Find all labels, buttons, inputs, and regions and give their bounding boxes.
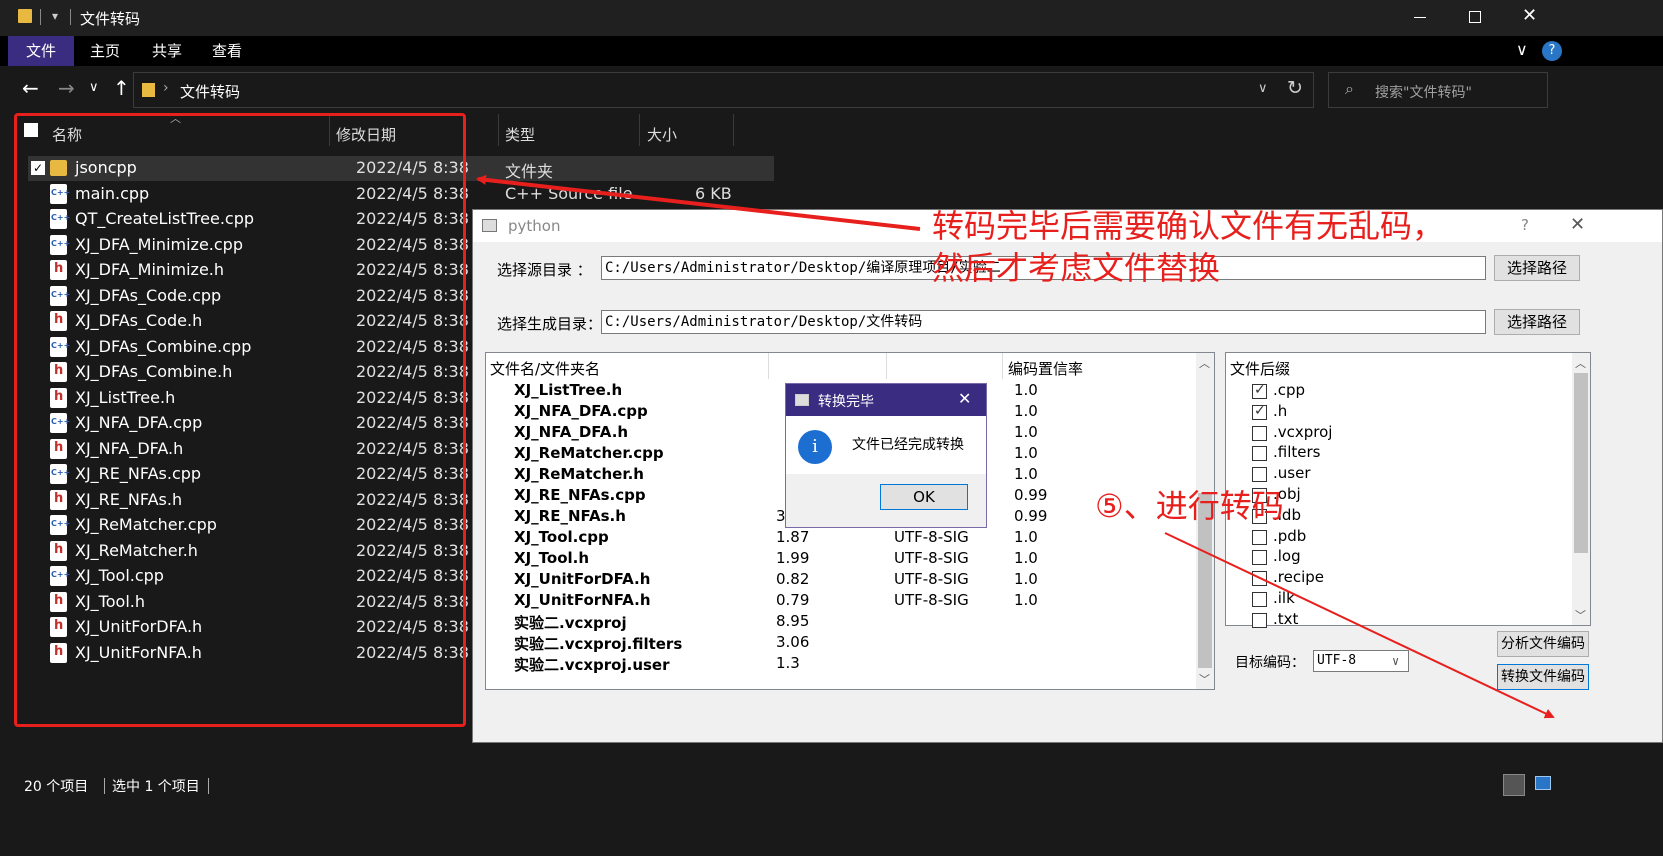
annotation-arrows [476,174,1555,719]
annotation-note-line1: 转码完毕后需要确认文件有无乱码， [932,207,1445,245]
arrow-to-jsoncpp [476,174,921,231]
annotation-note-line2: 然后才考虑文件替换 [932,249,1221,287]
annotation-step: ⑤、进行转码 [1095,487,1284,525]
arrow-to-convert-button [1164,532,1555,719]
